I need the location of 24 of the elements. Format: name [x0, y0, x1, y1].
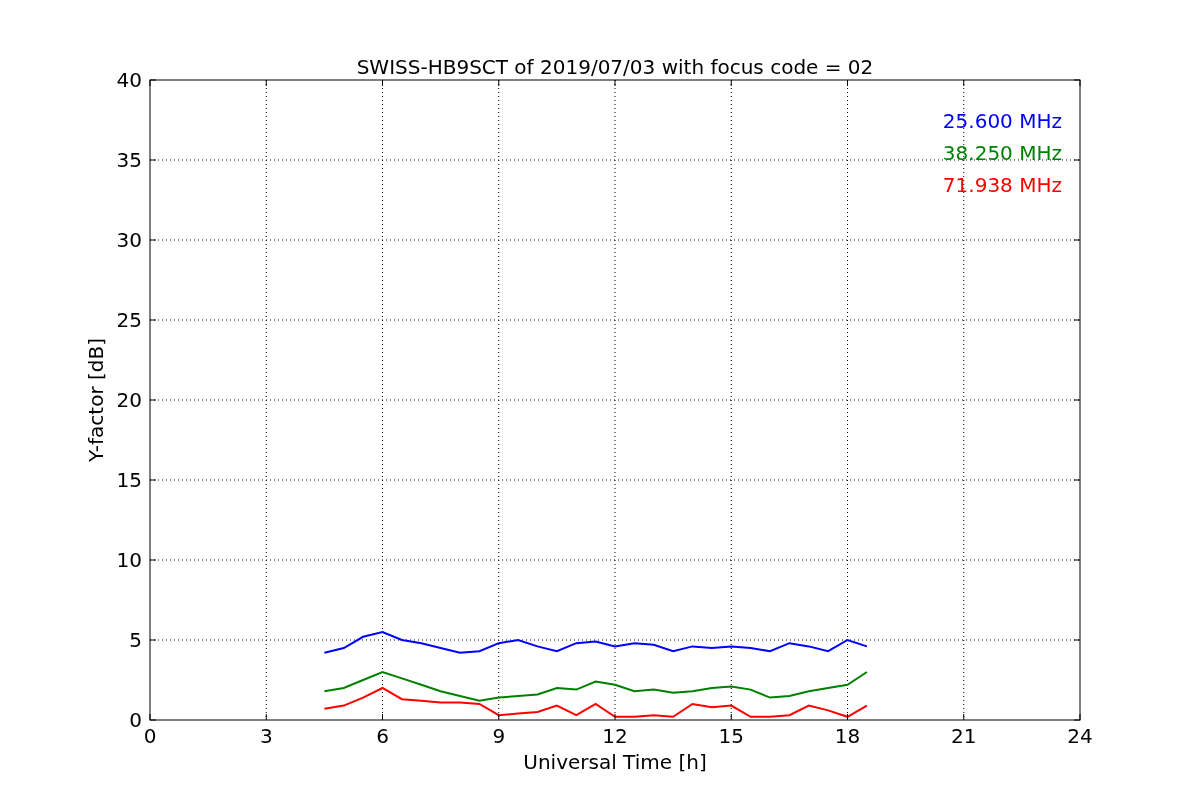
tick-label: 24 [1067, 724, 1093, 748]
tick-label: 0 [129, 708, 142, 732]
tick-label: 35 [116, 148, 142, 172]
tick-label: 18 [834, 724, 861, 748]
tick-label: 5 [129, 628, 142, 652]
tick-label: 10 [116, 548, 142, 572]
axis-label: Universal Time [h] [523, 750, 707, 774]
tick-label: 40 [116, 68, 142, 92]
tick-label: 12 [602, 724, 628, 748]
legend-label: 71.938 MHz [942, 173, 1062, 197]
tick-label: 3 [259, 724, 273, 748]
tick-label: 21 [951, 724, 977, 748]
tick-label: 15 [718, 724, 744, 748]
tick-label: 0 [143, 724, 157, 748]
tick-label: 30 [116, 228, 142, 252]
legend-label: 25.600 MHz [942, 109, 1062, 133]
chart-title: SWISS-HB9SCT of 2019/07/03 with focus code = 02 [356, 55, 874, 79]
tick-label: 9 [492, 724, 506, 748]
tick-label: 15 [116, 468, 142, 492]
tick-label: 25 [116, 308, 142, 332]
tick-label: 6 [376, 724, 389, 748]
legend-label: 38.250 MHz [942, 141, 1062, 165]
axis-label: Y-factor [dB] [84, 338, 108, 462]
tick-label: 20 [116, 388, 142, 412]
